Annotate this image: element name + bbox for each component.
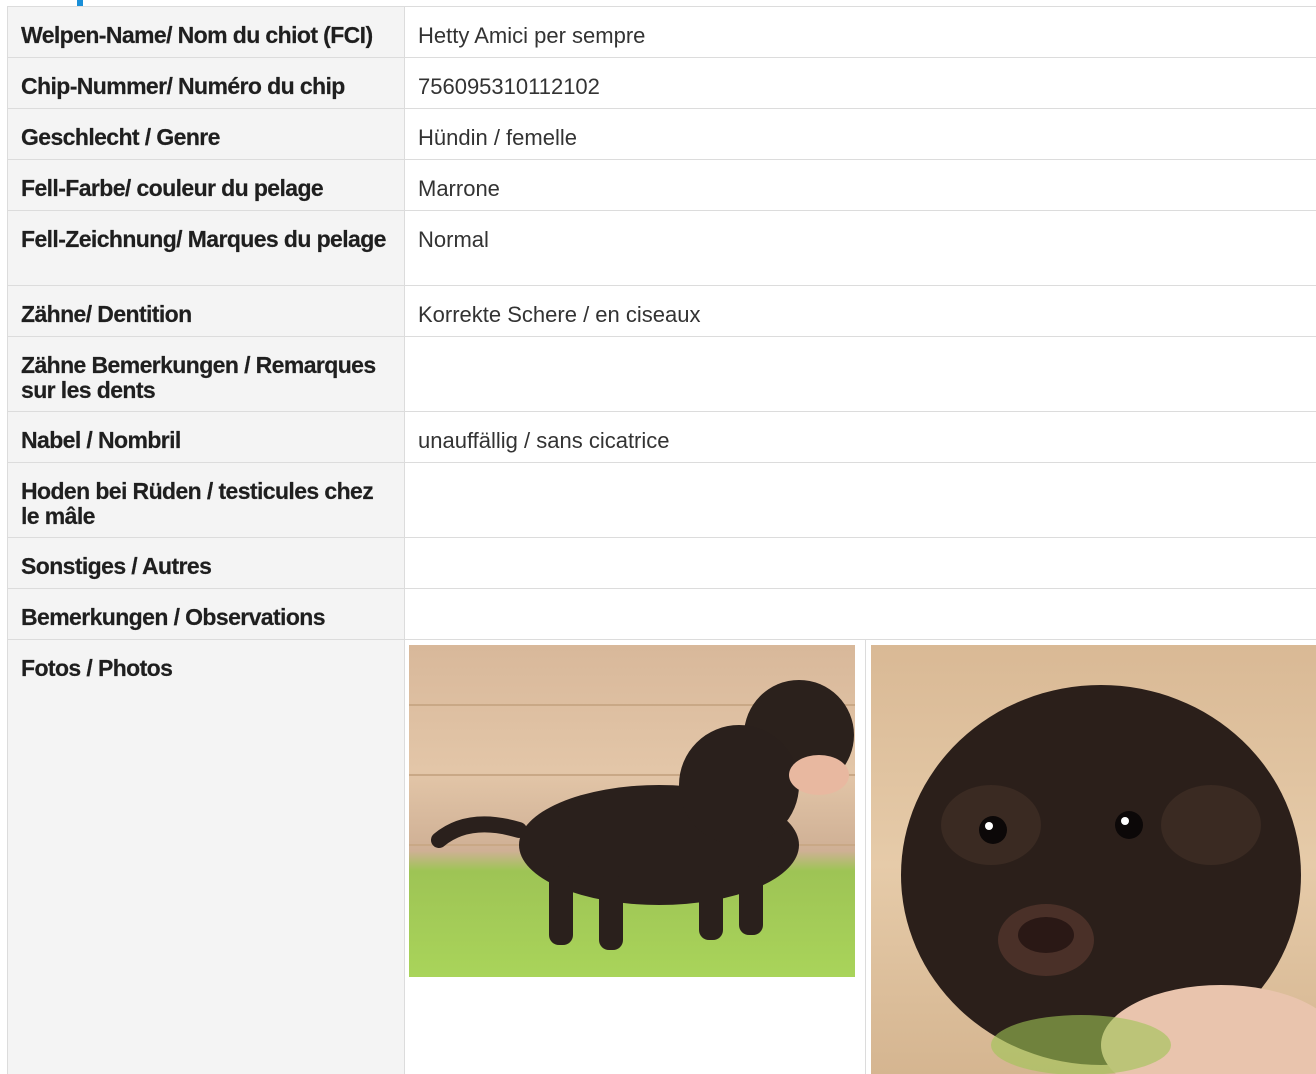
table-row: Sonstiges / Autres	[7, 537, 1316, 589]
row-label-observations: Bemerkungen / Observations	[7, 588, 405, 640]
row-label-navel: Nabel / Nombril	[7, 411, 405, 463]
table-row: Fell-Zeichnung/ Marques du pelage Normal	[7, 210, 1316, 286]
table-row: Zähne Bemerkungen / Remarques sur les de…	[7, 336, 1316, 412]
row-value-navel: unauffällig / sans cicatrice	[404, 411, 1316, 463]
row-label-testicles: Hoden bei Rüden / testicules chez le mâl…	[7, 462, 405, 538]
photos-cell	[404, 639, 1316, 1074]
row-value-teeth-remarks	[404, 336, 1316, 412]
row-value-other	[404, 537, 1316, 589]
row-label-puppy-name: Welpen-Name/ Nom du chiot (FCI)	[7, 6, 405, 58]
table-row: Hoden bei Rüden / testicules chez le mâl…	[7, 462, 1316, 538]
row-label-photos: Fotos / Photos	[7, 639, 405, 1074]
row-label-sex: Geschlecht / Genre	[7, 108, 405, 160]
puppy-side-illustration	[409, 680, 855, 950]
table-row: Bemerkungen / Observations	[7, 588, 1316, 640]
row-label-coat-markings: Fell-Zeichnung/ Marques du pelage	[7, 210, 405, 286]
row-value-coat-markings: Normal	[404, 210, 1316, 286]
row-value-observations	[404, 588, 1316, 640]
row-label-dentition: Zähne/ Dentition	[7, 285, 405, 337]
row-value-dentition: Korrekte Schere / en ciseaux	[404, 285, 1316, 337]
puppy-face-illustration	[901, 685, 1316, 1074]
puppy-photo-side[interactable]	[409, 645, 855, 977]
table-row-photos: Fotos / Photos	[7, 639, 1316, 1074]
row-value-coat-color: Marrone	[404, 159, 1316, 211]
table-row: Chip-Nummer/ Numéro du chip 756095310112…	[7, 57, 1316, 109]
table-row: Geschlecht / Genre Hündin / femelle	[7, 108, 1316, 160]
table-row: Nabel / Nombril unauffällig / sans cicat…	[7, 411, 1316, 463]
table-row: Fell-Farbe/ couleur du pelage Marrone	[7, 159, 1316, 211]
row-value-testicles	[404, 462, 1316, 538]
row-label-other: Sonstiges / Autres	[7, 537, 405, 589]
row-label-chip-number: Chip-Nummer/ Numéro du chip	[7, 57, 405, 109]
row-value-chip-number: 756095310112102	[404, 57, 1316, 109]
photo-separator	[865, 640, 866, 1074]
row-value-sex: Hündin / femelle	[404, 108, 1316, 160]
row-value-puppy-name: Hetty Amici per sempre	[404, 6, 1316, 58]
puppy-photo-face[interactable]	[871, 645, 1316, 1074]
table-row: Welpen-Name/ Nom du chiot (FCI) Hetty Am…	[7, 6, 1316, 58]
row-label-teeth-remarks: Zähne Bemerkungen / Remarques sur les de…	[7, 336, 405, 412]
puppy-details-table: Welpen-Name/ Nom du chiot (FCI) Hetty Am…	[7, 6, 1316, 1074]
page: Welpen-Name/ Nom du chiot (FCI) Hetty Am…	[0, 0, 1316, 1074]
table-row: Zähne/ Dentition Korrekte Schere / en ci…	[7, 285, 1316, 337]
row-label-coat-color: Fell-Farbe/ couleur du pelage	[7, 159, 405, 211]
